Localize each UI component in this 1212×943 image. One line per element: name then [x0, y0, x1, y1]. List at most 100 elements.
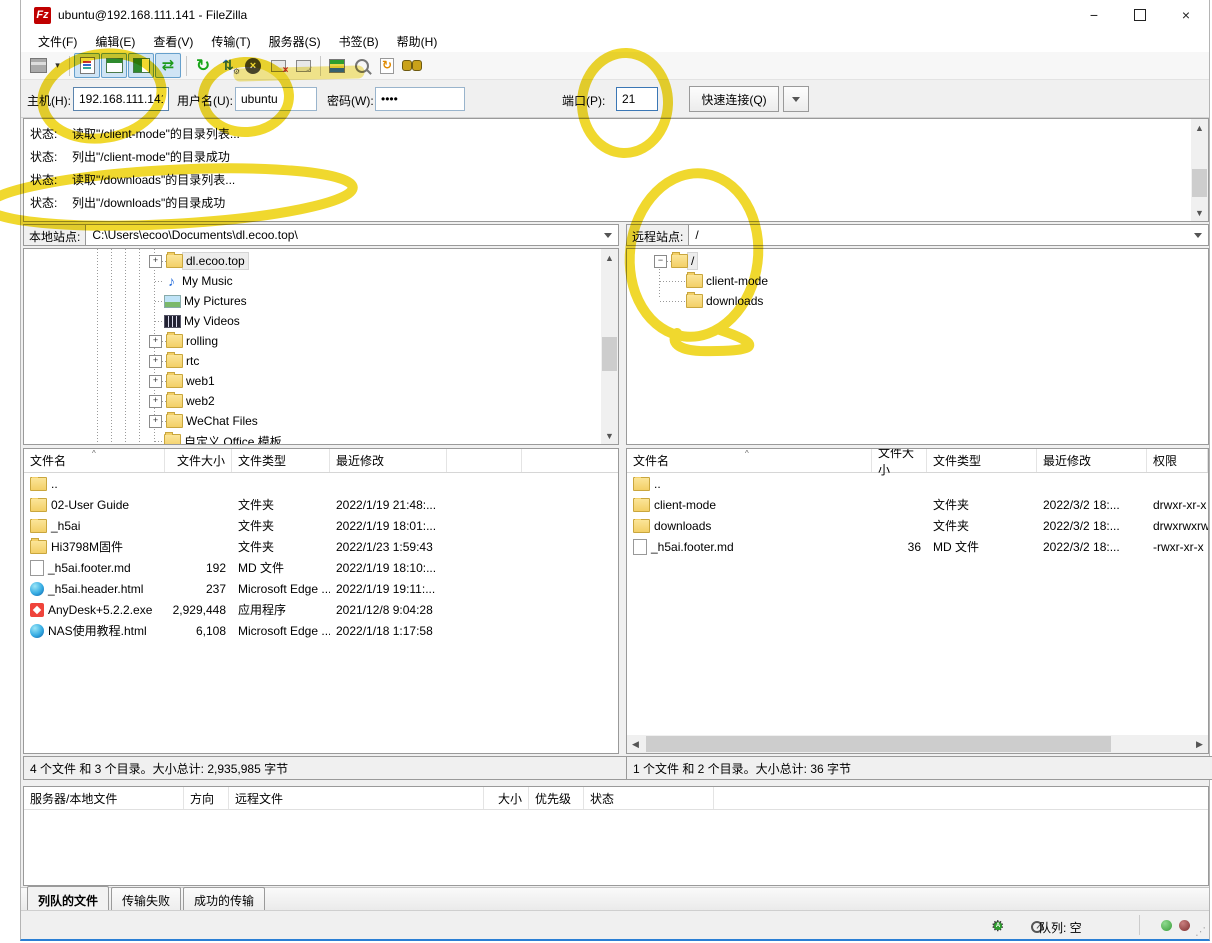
username-input[interactable]	[235, 87, 317, 111]
tree-item[interactable]: +rtc	[149, 351, 202, 371]
reconnect-icon: ✓	[296, 60, 311, 72]
compare-button[interactable]	[350, 54, 374, 77]
menu-bookmarks[interactable]: 书签(B)	[330, 31, 388, 52]
column-header-status[interactable]: 状态	[584, 787, 714, 809]
filter-button[interactable]	[325, 54, 349, 77]
file-row[interactable]: _h5ai文件夹2022/1/19 18:01:...	[24, 515, 618, 536]
tree-item[interactable]: +dl.ecoo.top	[149, 251, 248, 271]
toggle-queue-button[interactable]: ⇄	[155, 53, 181, 78]
scroll-left-arrow[interactable]: ◀	[627, 735, 644, 753]
menu-edit[interactable]: 编辑(E)	[86, 31, 144, 52]
scrollbar-thumb[interactable]	[602, 337, 617, 371]
expand-icon[interactable]: +	[149, 375, 162, 388]
column-header-name[interactable]: 文件名	[627, 449, 872, 472]
scrollbar-thumb[interactable]	[1192, 169, 1207, 197]
file-row[interactable]: _h5ai.footer.md192MD 文件2022/1/19 18:10:.…	[24, 557, 618, 578]
scroll-down-arrow[interactable]: ▼	[601, 427, 618, 444]
toggle-local-tree-button[interactable]	[101, 53, 127, 78]
tree-item[interactable]: downloads	[660, 291, 766, 311]
process-queue-button[interactable]: ⇅⚙	[216, 54, 240, 77]
maximize-button[interactable]	[1117, 0, 1163, 30]
reconnect-button[interactable]: ✓	[291, 54, 315, 77]
scroll-up-arrow[interactable]: ▲	[601, 249, 618, 266]
column-header-direction[interactable]: 方向	[184, 787, 229, 809]
host-input[interactable]	[73, 87, 169, 111]
expand-icon[interactable]: +	[149, 415, 162, 428]
column-header-size[interactable]: 大小	[484, 787, 529, 809]
file-row[interactable]: _h5ai.header.html237Microsoft Edge ...20…	[24, 578, 618, 599]
tree-item[interactable]: ♪My Music	[155, 271, 236, 291]
refresh-button[interactable]: ↻	[191, 54, 215, 77]
file-icon	[30, 560, 44, 576]
column-header-size[interactable]: 文件大小	[872, 449, 927, 472]
remote-site-combobox[interactable]: /	[689, 224, 1209, 246]
expand-icon[interactable]: +	[149, 255, 162, 268]
tree-item[interactable]: client-mode	[660, 271, 771, 291]
resize-grip[interactable]: ⋰	[1195, 925, 1206, 938]
column-header-priority[interactable]: 优先级	[529, 787, 584, 809]
scrollbar-thumb[interactable]	[646, 736, 1111, 752]
tree-item[interactable]: My Pictures	[155, 291, 250, 311]
menu-server[interactable]: 服务器(S)	[260, 31, 330, 52]
tab-queued-files[interactable]: 列队的文件	[27, 886, 109, 912]
file-row[interactable]: ..	[24, 473, 618, 494]
disconnect-button[interactable]: ×	[266, 54, 290, 77]
file-row[interactable]: _h5ai.footer.md36MD 文件2022/3/2 18:...-rw…	[627, 536, 1208, 557]
tree-item[interactable]: My Videos	[155, 311, 243, 331]
file-row[interactable]: 02-User Guide文件夹2022/1/19 21:48:...	[24, 494, 618, 515]
column-header-type[interactable]: 文件类型	[232, 449, 330, 472]
site-manager-button[interactable]	[26, 54, 50, 77]
minimize-button[interactable]: −	[1071, 0, 1117, 30]
menu-help[interactable]: 帮助(H)	[388, 31, 447, 52]
port-input[interactable]	[616, 87, 658, 111]
quickconnect-dropdown[interactable]	[783, 86, 809, 112]
remote-horizontal-scrollbar[interactable]: ◀ ▶	[627, 735, 1208, 753]
cancel-button[interactable]: ×	[241, 54, 265, 77]
video-icon	[164, 315, 181, 328]
log-scrollbar[interactable]: ▲ ▼	[1191, 119, 1208, 221]
file-row[interactable]: client-mode文件夹2022/3/2 18:...drwxr-xr-x	[627, 494, 1208, 515]
quickconnect-button[interactable]: 快速连接(Q)	[689, 86, 779, 112]
tree-item[interactable]: −/	[654, 251, 697, 271]
expand-icon[interactable]: +	[149, 355, 162, 368]
sort-ascending-icon: ^	[92, 449, 96, 458]
gear-icon[interactable]: ⚙A	[991, 918, 1004, 935]
menu-file[interactable]: 文件(F)	[29, 31, 86, 52]
tree-item[interactable]: +WeChat Files	[149, 411, 261, 431]
find-files-button[interactable]	[400, 54, 424, 77]
column-header-size[interactable]: 文件大小	[165, 449, 232, 472]
sync-browse-button[interactable]	[375, 54, 399, 77]
column-header-perms[interactable]: 权限	[1147, 449, 1208, 472]
menu-view[interactable]: 查看(V)	[144, 31, 202, 52]
close-button[interactable]: ×	[1163, 0, 1209, 30]
password-input[interactable]	[375, 87, 465, 111]
local-tree-scrollbar[interactable]: ▲ ▼	[601, 249, 618, 444]
menu-transfer[interactable]: 传输(T)	[202, 31, 259, 52]
scroll-right-arrow[interactable]: ▶	[1191, 735, 1208, 753]
scroll-up-arrow[interactable]: ▲	[1191, 119, 1208, 136]
expand-icon[interactable]: +	[149, 395, 162, 408]
toggle-log-button[interactable]	[74, 53, 100, 78]
column-header-server-local[interactable]: 服务器/本地文件	[24, 787, 184, 809]
tree-item[interactable]: 自定义 Office 模板	[155, 431, 285, 445]
toggle-remote-tree-button[interactable]	[128, 53, 154, 78]
tree-item[interactable]: +web2	[149, 391, 218, 411]
column-header-remote-file[interactable]: 远程文件	[229, 787, 484, 809]
column-header-type[interactable]: 文件类型	[927, 449, 1037, 472]
local-site-combobox[interactable]: C:\Users\ecoo\Documents\dl.ecoo.top\	[86, 224, 619, 246]
tree-item[interactable]: +web1	[149, 371, 218, 391]
file-row[interactable]: downloads文件夹2022/3/2 18:...drwxrwxrwx	[627, 515, 1208, 536]
site-manager-dropdown[interactable]: ▾	[51, 54, 64, 77]
tab-failed-transfers[interactable]: 传输失败	[111, 887, 181, 912]
tab-successful-transfers[interactable]: 成功的传输	[183, 887, 265, 912]
expand-icon[interactable]: +	[149, 335, 162, 348]
file-row[interactable]: Hi3798M固件文件夹2022/1/23 1:59:43	[24, 536, 618, 557]
local-site-bar: 本地站点: C:\Users\ecoo\Documents\dl.ecoo.to…	[23, 224, 619, 246]
column-header-modified[interactable]: 最近修改	[1037, 449, 1147, 472]
column-header-modified[interactable]: 最近修改	[330, 449, 447, 472]
collapse-icon[interactable]: −	[654, 255, 667, 268]
tree-item[interactable]: +rolling	[149, 331, 221, 351]
file-row[interactable]: AnyDesk+5.2.2.exe2,929,448应用程序2021/12/8 …	[24, 599, 618, 620]
file-row[interactable]: NAS使用教程.html6,108Microsoft Edge ...2022/…	[24, 620, 618, 641]
scroll-down-arrow[interactable]: ▼	[1191, 204, 1208, 221]
